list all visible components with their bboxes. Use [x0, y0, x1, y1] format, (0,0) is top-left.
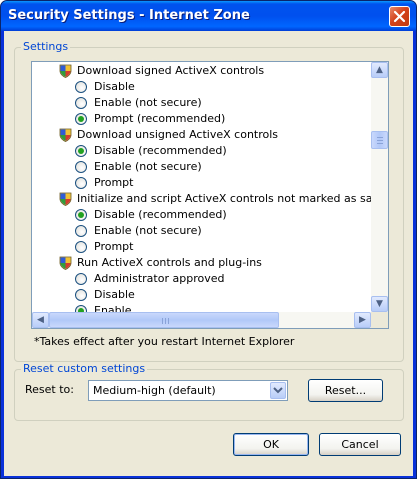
ok-button[interactable]: OK: [233, 433, 309, 456]
settings-group-legend: Settings: [21, 40, 71, 53]
settings-option-label: Disable (recommended): [94, 208, 227, 221]
restart-note: *Takes effect after you restart Internet…: [34, 335, 295, 348]
settings-option-label: Disable: [94, 80, 135, 93]
radio-button[interactable]: [75, 289, 87, 301]
close-button[interactable]: [389, 6, 410, 27]
settings-option-label: Enable (not secure): [94, 96, 202, 109]
settings-option[interactable]: Disable: [75, 79, 135, 95]
scroll-right-icon: ▶: [359, 315, 366, 325]
settings-category: Initialize and script ActiveX controls n…: [59, 191, 371, 207]
reset-group-legend: Reset custom settings: [21, 362, 148, 375]
settings-list[interactable]: Download signed ActiveX controls Disable E…: [31, 61, 389, 329]
radio-button-checked[interactable]: [75, 113, 87, 125]
settings-category: Run ActiveX controls and plug-ins: [59, 255, 262, 271]
settings-category-label: Initialize and script ActiveX controls n…: [77, 192, 371, 205]
settings-option[interactable]: Enable: [75, 303, 131, 312]
settings-option-label: Enable: [94, 304, 132, 312]
settings-option[interactable]: Enable (not secure): [75, 159, 202, 175]
radio-button-checked[interactable]: [75, 209, 87, 221]
radio-button[interactable]: [75, 273, 87, 285]
settings-option[interactable]: Enable (not secure): [75, 223, 202, 239]
scroll-down-button[interactable]: ▼: [371, 296, 388, 312]
security-settings-dialog: Security Settings - Internet Zone Settin…: [0, 0, 417, 479]
radio-button[interactable]: [75, 177, 87, 189]
horizontal-scroll-thumb[interactable]: [49, 312, 279, 328]
settings-option-label: Disable: [94, 288, 135, 301]
scroll-up-button[interactable]: ▲: [371, 62, 388, 78]
settings-option-label: Administrator approved: [94, 272, 225, 285]
vertical-scroll-thumb[interactable]: [371, 131, 388, 149]
radio-button[interactable]: [75, 97, 87, 109]
settings-option[interactable]: Enable (not secure): [75, 95, 202, 111]
settings-option[interactable]: Administrator approved: [75, 271, 224, 287]
reset-button[interactable]: Reset...: [308, 379, 383, 402]
settings-option-label: Prompt (recommended): [94, 112, 226, 125]
shield-icon: [59, 256, 72, 270]
settings-category: Download unsigned ActiveX controls: [59, 127, 278, 143]
scroll-down-icon: ▼: [376, 299, 383, 309]
settings-option-label: Prompt: [94, 176, 134, 189]
scroll-up-icon: ▲: [376, 65, 383, 75]
settings-option-label: Prompt: [94, 240, 134, 253]
settings-option-label: Disable (recommended): [94, 144, 227, 157]
vertical-scrollbar[interactable]: ▲ ▼: [371, 62, 388, 312]
settings-category-label: Run ActiveX controls and plug-ins: [77, 256, 262, 269]
settings-option-label: Enable (not secure): [94, 224, 202, 237]
scroll-right-button[interactable]: ▶: [354, 312, 371, 328]
scrollbar-corner: [371, 312, 388, 328]
radio-button-checked[interactable]: [75, 305, 87, 312]
scroll-left-button[interactable]: ◀: [32, 312, 49, 328]
dropdown-button[interactable]: [270, 382, 286, 399]
title-bar: Security Settings - Internet Zone: [1, 1, 416, 31]
window-title: Security Settings - Internet Zone: [8, 8, 250, 23]
close-icon: [393, 10, 406, 23]
shield-icon: [59, 192, 72, 206]
radio-button[interactable]: [75, 161, 87, 173]
settings-category-label: Download unsigned ActiveX controls: [77, 128, 279, 141]
scroll-left-icon: ◀: [37, 315, 44, 325]
settings-option[interactable]: Prompt (recommended): [75, 111, 225, 127]
shield-icon: [59, 64, 72, 78]
reset-level-select[interactable]: Medium-high (default): [88, 380, 288, 401]
radio-button-checked[interactable]: [75, 145, 87, 157]
chevron-down-icon: [273, 387, 283, 394]
settings-option[interactable]: Disable (recommended): [75, 143, 227, 159]
cancel-button[interactable]: Cancel: [319, 433, 401, 456]
reset-to-label: Reset to:: [25, 383, 74, 396]
settings-category: Download signed ActiveX controls: [59, 63, 264, 79]
settings-option[interactable]: Disable: [75, 287, 135, 303]
radio-button[interactable]: [75, 81, 87, 93]
radio-button[interactable]: [75, 225, 87, 237]
settings-list-content: Download signed ActiveX controls Disable E…: [32, 62, 371, 312]
settings-option[interactable]: Disable (recommended): [75, 207, 227, 223]
horizontal-scrollbar[interactable]: ◀ ▶: [32, 312, 371, 328]
settings-option[interactable]: Prompt: [75, 175, 133, 191]
reset-level-value: Medium-high (default): [93, 384, 216, 397]
shield-icon: [59, 128, 72, 142]
radio-button[interactable]: [75, 241, 87, 253]
settings-option[interactable]: Prompt: [75, 239, 133, 255]
settings-option-label: Enable (not secure): [94, 160, 202, 173]
settings-category-label: Download signed ActiveX controls: [77, 64, 265, 77]
dialog-body: Settings Download signed ActiveX control…: [4, 31, 413, 476]
